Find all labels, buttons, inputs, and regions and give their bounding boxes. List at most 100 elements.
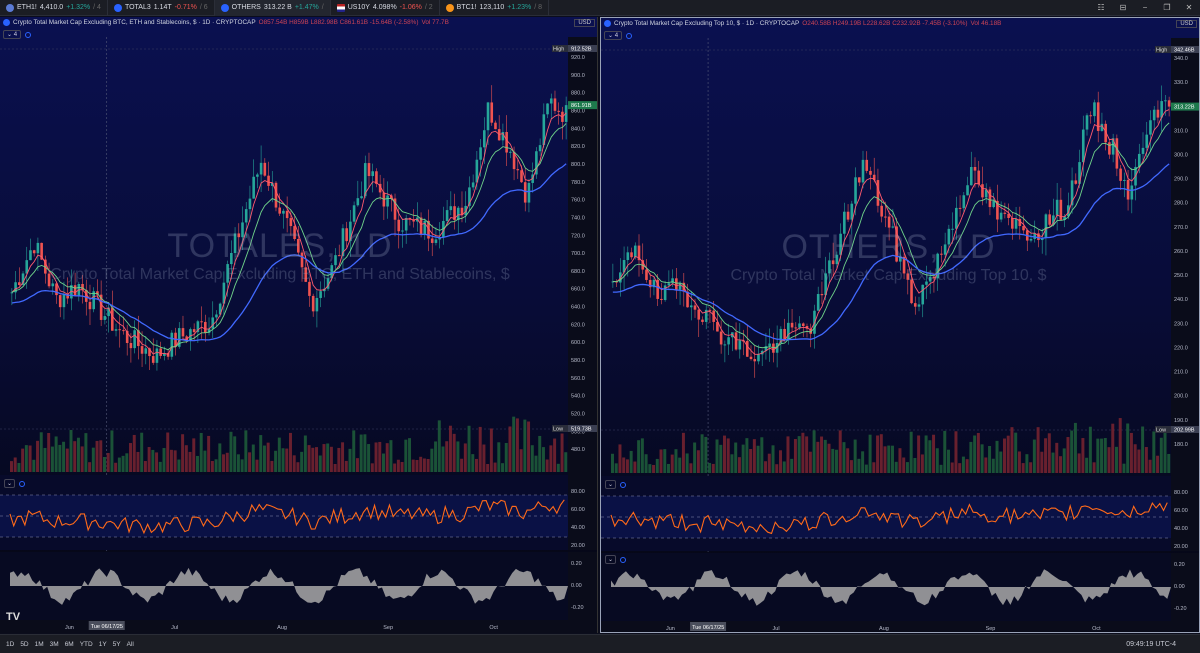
chart-canvas[interactable]: 340.0330.0320.0310.0300.0290.0280.0270.0… — [601, 18, 1200, 633]
volume-bar — [835, 449, 838, 473]
price-tick: 480.0 — [571, 447, 585, 453]
timeframe-all[interactable]: All — [127, 641, 134, 648]
chevron-down-icon[interactable]: ⌄ — [4, 479, 16, 488]
close-icon[interactable]: ✕ — [1178, 0, 1200, 16]
volume-bar — [831, 448, 835, 473]
price-tick: 640.0 — [571, 305, 585, 311]
osc-pane-controls[interactable]: ⌄ — [605, 555, 627, 564]
tab-change: +1.23% — [507, 4, 532, 11]
rsi-tick: 40.00 — [571, 525, 585, 531]
tab-others[interactable]: OTHERS 313.22 B +1.47% / — [214, 0, 331, 16]
timeframe-5y[interactable]: 5Y — [113, 641, 121, 648]
candle-body — [1156, 109, 1160, 118]
candle-body — [1137, 153, 1141, 167]
volume-bar — [674, 449, 678, 473]
volume-bar — [493, 462, 497, 472]
volume-bar — [166, 432, 170, 472]
restore-icon[interactable]: ❐ — [1156, 0, 1178, 16]
indicator-toggle[interactable]: ⌄ 4 — [604, 31, 633, 40]
chart-title[interactable]: Crypto Total Market Cap Excluding BTC, E… — [13, 19, 256, 26]
volume-bar — [501, 463, 505, 472]
volume-bar — [1103, 438, 1107, 473]
price-tick: 520.0 — [571, 412, 585, 418]
price-tick: 860.0 — [571, 108, 585, 114]
currency-button[interactable]: USD — [574, 19, 595, 27]
eye-icon[interactable] — [25, 31, 32, 38]
chevron-down-icon[interactable]: ⌄ — [605, 480, 617, 489]
volume-bar — [939, 464, 943, 473]
volume-bar — [737, 457, 741, 473]
tab-change: +1.47% — [294, 4, 319, 11]
chart-panel-right[interactable]: Crypto Total Market Cap Excluding Top 10… — [600, 17, 1200, 633]
eye-icon[interactable] — [620, 481, 627, 488]
eye-icon[interactable] — [626, 32, 633, 39]
volume-bar — [169, 449, 173, 472]
eye-icon[interactable] — [620, 556, 627, 563]
currency-button[interactable]: USD — [1176, 20, 1197, 28]
candle-body — [73, 285, 77, 296]
rsi-pane-controls[interactable]: ⌄ — [4, 479, 26, 488]
tab-label: OTHERS — [231, 4, 261, 11]
volume-bar — [422, 458, 426, 472]
chart-panel-left[interactable]: Crypto Total Market Cap Excluding BTC, E… — [0, 17, 598, 633]
volume-bar — [749, 449, 753, 473]
indicator-toggle[interactable]: ⌄ 4 — [3, 30, 32, 39]
volume-bar — [270, 460, 274, 472]
volume-bar — [155, 452, 159, 472]
eye-icon[interactable] — [19, 480, 26, 487]
time-tick: Jul — [171, 625, 178, 631]
volume-bar — [1010, 427, 1014, 473]
minimize-icon[interactable]: ⊟ — [1112, 0, 1134, 16]
last-price-value: 861.91B — [571, 103, 592, 109]
timeframe-6m[interactable]: 6M — [65, 641, 74, 648]
candle-body — [660, 298, 663, 301]
tab-btc1[interactable]: BTC1! 123,110 +1.23%/ 8 — [440, 0, 550, 16]
price-tick: 600.0 — [571, 340, 585, 346]
tab-change: +1.32% — [66, 4, 91, 11]
candle-body — [790, 322, 794, 328]
ohlc-values: O240.58B H249.19B L228.62B C232.92B -7.4… — [802, 20, 968, 27]
rsi-tick: 20.00 — [1174, 544, 1188, 550]
timeframe-5d[interactable]: 5D — [20, 641, 28, 648]
minimize-icon[interactable]: − — [1134, 0, 1156, 16]
volume-bar — [954, 431, 958, 473]
watermark-description: Crypto Total Market Cap Excluding Top 10… — [730, 267, 1047, 284]
volume-bar — [771, 445, 775, 473]
candle-body — [356, 198, 360, 206]
volume-bar — [1141, 426, 1145, 473]
price-tick: 680.0 — [571, 269, 585, 275]
tab-total3[interactable]: TOTAL3 1.14T -0.71%/ 6 — [108, 0, 215, 16]
chart-title[interactable]: Crypto Total Market Cap Excluding Top 10… — [614, 20, 799, 27]
candle-body — [876, 180, 880, 206]
volume-bar — [1085, 457, 1089, 473]
symbol-icon — [6, 3, 14, 12]
tradingview-logo[interactable]: TV — [6, 611, 20, 623]
volume-bar — [434, 441, 438, 472]
chevron-down-icon[interactable]: ⌄ 4 — [604, 31, 623, 40]
candle-body — [282, 210, 285, 214]
chart-canvas[interactable]: 920.0 900.0 880.0 860.0 840.0 820.0 800.0 780.0… — [0, 17, 598, 633]
volume-bar — [404, 439, 408, 472]
timeframe-ytd[interactable]: YTD — [80, 641, 93, 648]
timeframe-1y[interactable]: 1Y — [99, 641, 107, 648]
timeframe-3m[interactable]: 3M — [50, 641, 59, 648]
rsi-tick: 40.00 — [1174, 526, 1188, 532]
volume-bar — [262, 445, 266, 472]
price-tick: 300.0 — [1174, 152, 1188, 158]
tab-us10y[interactable]: US10Y 4.098% -1.06%/ 2 — [331, 0, 440, 16]
chevron-down-icon[interactable]: ⌄ — [605, 555, 617, 564]
chevron-down-icon[interactable]: ⌄ 4 — [3, 30, 22, 39]
tab-change: -0.71% — [174, 4, 197, 11]
tab-eth1[interactable]: ETH1! 4,410.0 +1.32%/ 4 — [0, 0, 108, 16]
volume-bar — [678, 457, 682, 473]
rsi-pane-controls[interactable]: ⌄ — [605, 480, 627, 489]
volume-bar — [355, 458, 359, 472]
timeframe-1d[interactable]: 1D — [6, 641, 14, 648]
clock[interactable]: 09:49:19 UTC-4 — [1126, 641, 1176, 648]
volume-bar — [259, 435, 263, 472]
volume-bar — [132, 434, 136, 472]
layout-icon[interactable]: ☷ — [1090, 0, 1112, 16]
timeframe-1m[interactable]: 1M — [35, 641, 44, 648]
candle-body — [801, 323, 805, 327]
volume-bar — [17, 462, 21, 472]
